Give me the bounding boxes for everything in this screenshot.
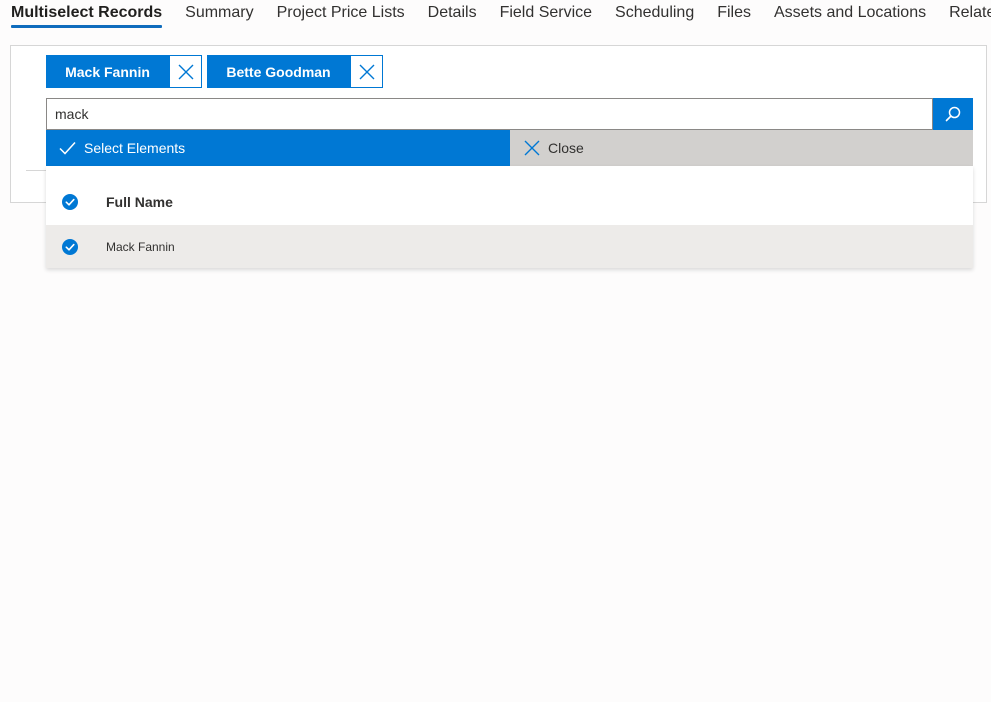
- tab-field-service[interactable]: Field Service: [500, 0, 592, 30]
- panel-divider: [26, 170, 48, 171]
- close-icon: [524, 140, 540, 156]
- close-label: Close: [548, 140, 584, 156]
- chip-label[interactable]: Bette Goodman: [207, 55, 350, 88]
- checkmark-icon: [59, 141, 76, 155]
- select-elements-button[interactable]: Select Elements: [46, 130, 510, 166]
- tab-details[interactable]: Details: [428, 0, 477, 30]
- selected-chip: Bette Goodman: [207, 55, 383, 88]
- row-check-icon[interactable]: [62, 238, 78, 255]
- tab-scheduling[interactable]: Scheduling: [615, 0, 694, 30]
- tab-multiselect-records[interactable]: Multiselect Records: [11, 0, 163, 30]
- table-row[interactable]: Mack Fannin: [46, 225, 973, 268]
- tab-summary[interactable]: Summary: [185, 0, 253, 30]
- chip-remove-button[interactable]: [350, 55, 383, 88]
- tab-related[interactable]: Related: [949, 0, 991, 30]
- tab-project-price-lists[interactable]: Project Price Lists: [277, 0, 405, 30]
- chip-label[interactable]: Mack Fannin: [46, 55, 169, 88]
- results-header: Full Name: [46, 181, 973, 223]
- column-header-full-name: Full Name: [106, 194, 173, 210]
- close-button[interactable]: Close: [510, 130, 973, 166]
- select-all-check-icon[interactable]: [62, 194, 78, 210]
- search-input[interactable]: [46, 98, 933, 130]
- row-full-name: Mack Fannin: [106, 239, 175, 254]
- selected-chip: Mack Fannin: [46, 55, 202, 88]
- tab-bar: Multiselect Records Summary Project Pric…: [11, 0, 991, 32]
- chip-remove-button[interactable]: [169, 55, 202, 88]
- search-icon: [945, 106, 961, 122]
- tab-files[interactable]: Files: [717, 0, 751, 30]
- tab-assets-and-locations[interactable]: Assets and Locations: [774, 0, 926, 30]
- search-button[interactable]: [933, 98, 973, 130]
- page: Multiselect Records Summary Project Pric…: [0, 0, 991, 702]
- close-icon: [178, 64, 193, 79]
- close-icon: [359, 64, 374, 79]
- select-elements-label: Select Elements: [84, 140, 186, 156]
- results-dropdown: Full Name Mack Fannin: [46, 166, 973, 268]
